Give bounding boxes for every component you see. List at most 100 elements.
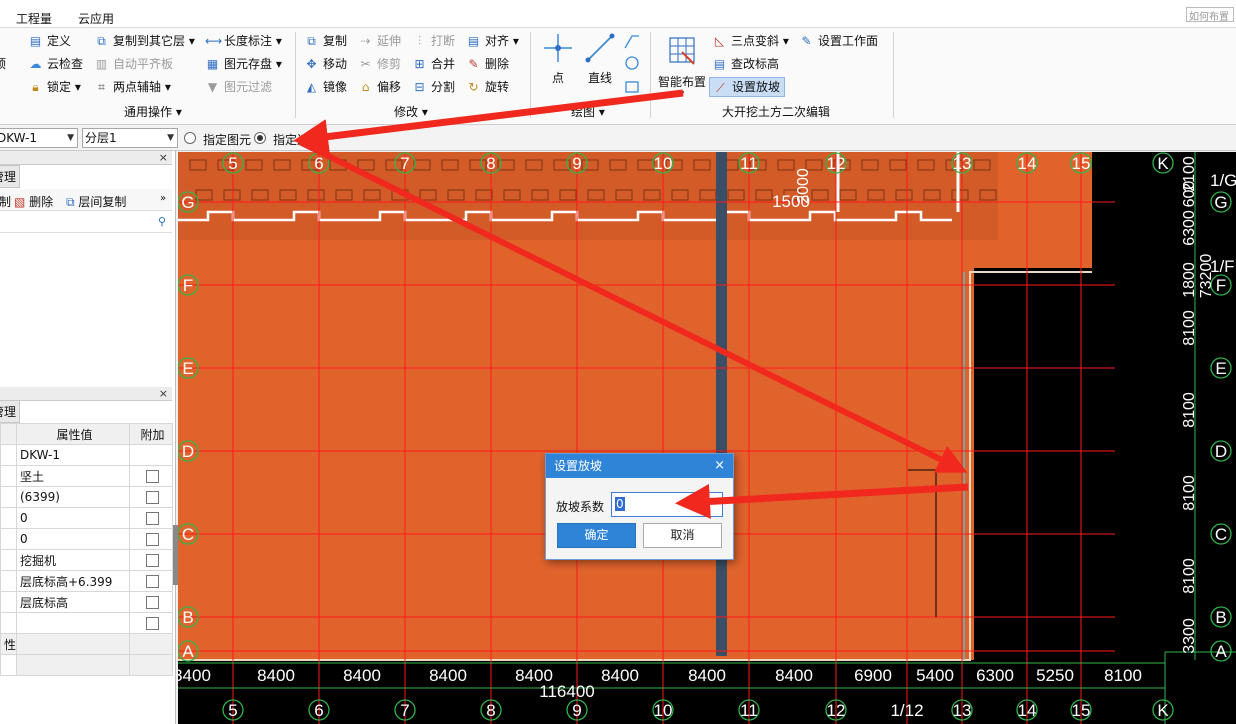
trim-label: 修剪	[377, 57, 402, 71]
copy-button[interactable]: ⧉ 复制	[304, 31, 347, 51]
extend-button[interactable]: ⇢ 延伸	[358, 31, 401, 51]
trim-button[interactable]: ✂ 修剪	[358, 54, 401, 74]
checkbox[interactable]	[146, 554, 159, 567]
panel-header: ×	[0, 151, 172, 165]
lock-button[interactable]: 🔒︎ 锁定 ▾	[28, 77, 81, 97]
offset-button[interactable]: ⌂ 偏移	[358, 77, 401, 97]
prop-value-cell[interactable]	[16, 654, 130, 676]
prop-value-cell[interactable]: 0	[16, 528, 130, 550]
menu-bar: 工程量 云应用	[0, 8, 1236, 28]
prop-name-cell	[0, 570, 17, 592]
delete-tool-button[interactable]: ▧ 删除	[14, 193, 53, 210]
merge-button[interactable]: ⊞ 合并	[412, 54, 455, 74]
radio-specify-edge[interactable]	[254, 132, 266, 144]
checkbox[interactable]	[146, 533, 159, 546]
split-button[interactable]: ⊟ 分割	[412, 77, 455, 97]
prop-value-cell[interactable]: 层底标高+6.399	[16, 570, 130, 592]
close-icon[interactable]: ×	[159, 151, 168, 164]
table-row[interactable]: 挖掘机	[0, 549, 173, 571]
delete-button[interactable]: ✎ 删除	[466, 54, 509, 74]
dim-label-top: 2000	[795, 168, 812, 204]
group-divider	[530, 32, 531, 118]
tab-manage-props[interactable]: 管理	[0, 400, 21, 423]
help-search-input[interactable]: 如何布置	[1186, 7, 1234, 22]
prop-value-cell[interactable]: 层底标高	[16, 591, 130, 613]
edit-elevation-button[interactable]: ▤ 查改标高	[712, 54, 779, 74]
ruler-icon: ⟷	[205, 34, 223, 48]
layer-select[interactable]: 分层1 ▼	[82, 128, 178, 148]
table-row[interactable]: 层底标高+6.399	[0, 570, 173, 592]
close-icon[interactable]: ×	[159, 387, 168, 400]
mirror-button[interactable]: ◭ 镜像	[304, 77, 347, 97]
rotate-label: 旋转	[485, 80, 510, 94]
radio-specify-element[interactable]	[184, 132, 196, 144]
prop-value-cell[interactable]: 坚土	[16, 465, 130, 487]
length-dim-button[interactable]: ⟷ 长度标注 ▾	[205, 31, 282, 51]
offset-icon: ⌂	[361, 80, 370, 94]
table-row[interactable]: 0	[0, 528, 173, 550]
prop-value-cell[interactable]: (6399)	[16, 486, 130, 508]
table-row[interactable]: 0	[0, 507, 173, 529]
checkbox[interactable]	[146, 617, 159, 630]
cad-canvas[interactable]: 5 6 7 8 9 10 11 12 13 14 15 5 6 7 8 9 10 11 12 1/12 13 14 15 K K…	[178, 152, 1236, 724]
prop-value-cell[interactable]	[16, 633, 130, 655]
line-button[interactable]: 直线	[582, 30, 618, 88]
left-panel: × 管理 制 ▧ 删除 ⧉ 层间复制 » ⚲ × 管理 属性值附加 DKW-1坚…	[0, 151, 176, 724]
checkbox[interactable]	[146, 596, 159, 609]
menu-item-cloud[interactable]: 云应用	[78, 10, 114, 27]
cad-drawing[interactable]: 5 6 7 8 9 10 11 12 13 14 15 5 6 7 8 9 10 11 12 1/12 13 14 15 K K…	[178, 152, 1236, 724]
cancel-button[interactable]: 取消	[643, 523, 722, 548]
cloud-check-button[interactable]: ☁ 云检查	[28, 54, 84, 74]
ok-button[interactable]: 确定	[557, 523, 636, 548]
break-button[interactable]: ⫶ 打断	[412, 31, 455, 51]
axis-label-corner: K	[1157, 154, 1169, 173]
table-row[interactable]: DKW-1	[0, 444, 173, 466]
checkbox[interactable]	[146, 512, 159, 525]
table-row[interactable]: 性	[0, 633, 173, 655]
prop-value-cell[interactable]: 0	[16, 507, 130, 529]
rotate-button[interactable]: ↻ 旋转	[466, 77, 509, 97]
prop-value-cell[interactable]: DKW-1	[16, 444, 130, 466]
smart-layout-button[interactable]: 智能布置 ▾	[656, 30, 708, 99]
set-work-surface-button[interactable]: ✎ 设置工作面	[799, 31, 878, 51]
prop-extra-cell	[129, 549, 173, 571]
checkbox[interactable]	[146, 491, 159, 504]
table-row[interactable]	[0, 612, 173, 634]
menu-item-quantity[interactable]: 工程量	[16, 10, 52, 27]
close-icon[interactable]: ×	[714, 454, 725, 478]
two-point-axis-button[interactable]: ⌗ 两点辅轴 ▾	[94, 77, 171, 97]
prop-value-cell[interactable]	[16, 612, 130, 634]
layer-copy-button[interactable]: ⧉ 层间复制	[66, 193, 126, 210]
point-button[interactable]: 点	[540, 30, 576, 88]
element-filter-button[interactable]: ▼ 图元过滤	[205, 77, 272, 97]
prop-value-cell[interactable]: 挖掘机	[16, 549, 130, 571]
set-slope-button[interactable]: ⟋ 设置放坡	[709, 77, 786, 97]
define-button[interactable]: ▤ 定义	[28, 31, 71, 51]
align-button[interactable]: ▤ 对齐 ▾	[466, 31, 519, 51]
slope-coefficient-input[interactable]: 0	[611, 492, 723, 517]
copy-to-layer-button[interactable]: ⧉ 复制到其它层 ▾	[94, 31, 195, 51]
tab-manage[interactable]: 管理	[0, 165, 21, 188]
lock-label: 锁定	[47, 80, 72, 94]
arc-tools-icon[interactable]	[622, 32, 642, 96]
search-input[interactable]: ⚲	[0, 213, 172, 233]
element-save-button[interactable]: ▦ 图元存盘 ▾	[205, 54, 282, 74]
auto-align-slab-button[interactable]: ▥ 自动平齐板	[94, 54, 173, 74]
prop-extra-cell	[129, 444, 173, 466]
element-select[interactable]: DKW-1 ▼	[0, 128, 78, 148]
move-button[interactable]: ✥ 移动	[304, 54, 347, 74]
more-icon[interactable]: »	[160, 193, 166, 204]
checkbox[interactable]	[146, 470, 159, 483]
dim-label-right: 6300	[1181, 210, 1198, 246]
table-header-row: 属性值 附加	[0, 423, 173, 445]
line-label: 直线	[587, 71, 612, 85]
table-row[interactable]: 坚土	[0, 465, 173, 487]
define-label: 定义	[47, 34, 72, 48]
three-point-slope-button[interactable]: ◺ 三点变斜 ▾	[712, 31, 789, 51]
axis-label-extra: 1/G	[1210, 171, 1236, 190]
table-row[interactable]	[0, 654, 173, 676]
table-row[interactable]: 层底标高	[0, 591, 173, 613]
break-icon: ⫶	[417, 34, 421, 48]
checkbox[interactable]	[146, 575, 159, 588]
table-row[interactable]: (6399)	[0, 486, 173, 508]
